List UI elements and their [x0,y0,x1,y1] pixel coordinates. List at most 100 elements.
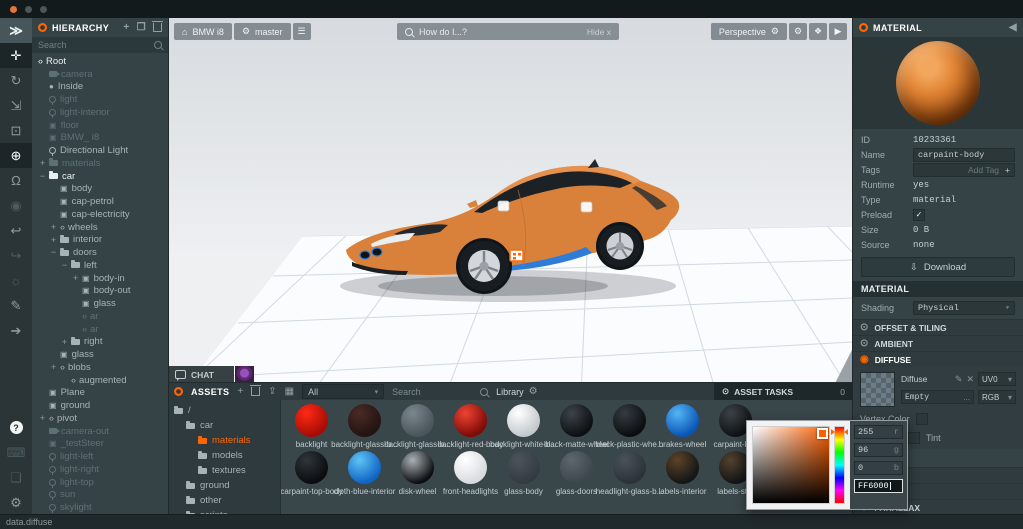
publish-button[interactable]: ➔ [0,318,32,343]
hierarchy-item-floor[interactable]: ▣floor [32,119,168,132]
expander-toggle[interactable]: + [49,221,58,234]
project-button[interactable]: ⌂ BMW i8 [174,23,232,40]
hierarchy-item-light[interactable]: light [32,93,168,106]
asset-item[interactable]: headlight-glass-b... [603,451,656,496]
hierarchy-item-pivot[interactable]: +‹›pivot [32,412,168,425]
expander-toggle[interactable]: + [38,157,47,170]
more-button[interactable]: ... [963,393,970,402]
hierarchy-item-camera-out[interactable]: camera-out [32,425,168,438]
asset-folder-materials[interactable]: materials [168,433,280,448]
hierarchy-item-body-out[interactable]: ▣body-out [32,285,168,298]
asset-filter-dropdown[interactable]: All ▾ [302,384,384,399]
hierarchy-item-cap-petrol[interactable]: ▣cap-petrol [32,195,168,208]
color-channel-dropdown[interactable]: RGB ▾ [978,390,1016,404]
fullscreen-button[interactable]: ❖ [809,23,827,40]
asset-folder-car[interactable]: car [168,418,280,433]
vertex-color-checkbox[interactable] [916,413,928,425]
asset-folder-textures[interactable]: textures [168,463,280,478]
asset-item[interactable]: backlight-red-body [444,404,497,449]
add-entity-button[interactable]: + [123,22,129,33]
shading-dropdown[interactable]: Physical ▾ [913,301,1015,315]
settings-button[interactable]: ⚙ [0,490,32,515]
hierarchy-item-right[interactable]: +right [32,336,168,349]
asset-item[interactable]: carpaint-top-body [285,451,338,496]
expander-toggle[interactable]: − [60,259,69,272]
redo-button[interactable]: ↪ [0,243,32,268]
diffuse-section[interactable]: ◉ DIFFUSE [853,351,1023,367]
hierarchy-item-augmented[interactable]: ‹›augmented [32,374,168,387]
close-icon[interactable]: ✕ [966,374,974,385]
asset-item[interactable]: black-plastic-whe... [603,404,656,449]
snap-tool[interactable]: Ω [0,168,32,193]
asset-folder-ground[interactable]: ground [168,478,280,493]
undo-button[interactable]: ↩ [0,218,32,243]
hierarchy-item-light-interior[interactable]: light-interior [32,106,168,119]
help-button[interactable]: ? [0,415,32,440]
code-editor-button[interactable]: ✎ [0,293,32,318]
expander-toggle[interactable]: + [60,336,69,349]
asset-item[interactable]: disk-wheel [391,451,444,496]
hierarchy-item-body-in[interactable]: +▣body-in [32,272,168,285]
asset-item[interactable]: front-headlights [444,451,497,496]
hue-handle[interactable] [831,429,835,435]
help-hide-button[interactable]: Hide x [587,27,611,37]
hierarchy-item-root[interactable]: ‹›Root [32,55,168,68]
hierarchy-item-light-top[interactable]: light-top [32,476,168,489]
asset-item[interactable]: labels-interior [656,451,709,496]
hierarchy-item-camera[interactable]: camera [32,68,168,81]
ambient-section[interactable]: ⊙ AMBIENT [853,335,1023,351]
viewport-settings-button[interactable]: ⚙ [789,23,807,40]
hierarchy-item-interior[interactable]: +interior [32,234,168,247]
expander-toggle[interactable]: − [49,246,58,259]
collapse-panel-icon[interactable]: ◀ [1009,22,1017,33]
expander-toggle[interactable]: + [38,412,47,425]
download-button[interactable]: ⇩ Download [861,257,1015,277]
hierarchy-item-left[interactable]: −left [32,259,168,272]
hierarchy-item-wheels[interactable]: +‹›wheels [32,221,168,234]
tint-checkbox[interactable] [908,432,920,444]
hierarchy-item-sun[interactable]: sun [32,489,168,502]
duplicate-entity-button[interactable]: ❐ [137,22,146,33]
red-input[interactable]: 255 r [854,425,903,439]
asset-item[interactable]: backlight [285,404,338,449]
help-search-box[interactable]: How do I...? Hide x [397,23,619,40]
blue-input[interactable]: 0 b [854,461,903,475]
hierarchy-item-skylight[interactable]: skylight [32,501,168,514]
hierarchy-item-glass[interactable]: ▣glass [32,297,168,310]
hierarchy-item-cap-electricity[interactable]: ▣cap-electricity [32,208,168,221]
translate-tool[interactable]: ✛ [0,43,32,68]
upload-asset-button[interactable]: ⇪ [268,386,276,397]
hierarchy-item-doors[interactable]: −doors [32,246,168,259]
hierarchy-item-plane[interactable]: ▣Plane [32,387,168,400]
green-input[interactable]: 96 g [854,443,903,457]
preload-checkbox[interactable]: ✓ [913,209,925,221]
frame-selection-tool[interactable]: ⊡ [0,118,32,143]
hierarchy-item-inside[interactable]: ●Inside [32,81,168,94]
asset-tasks-tab[interactable]: ⊙ ASSET TASKS 0 [714,383,853,400]
delete-asset-button[interactable] [251,387,260,396]
hue-handle[interactable] [844,429,848,435]
diffuse-map-slot[interactable]: Empty ... [901,390,974,404]
library-button[interactable]: Library ⚙ [496,386,537,397]
offset-tiling-section[interactable]: ⊙ OFFSET & TILING [853,319,1023,335]
asset-item[interactable]: glass-body [497,451,550,496]
asset-item[interactable]: backlight-white-b... [497,404,550,449]
asset-item[interactable]: backlight-glass-b... [338,404,391,449]
chat-button[interactable]: CHAT [168,366,234,383]
hex-input[interactable]: FF6000 [854,479,903,493]
playcanvas-logo-icon[interactable]: ≫ [0,18,32,43]
hierarchy-item-car[interactable]: −car [32,170,168,183]
world-space-toggle[interactable]: ⊕ [0,143,32,168]
grid-view-button[interactable]: ▦ [285,386,294,397]
saturation-value-gradient[interactable] [752,426,830,504]
hierarchy-item-glass[interactable]: ▣glass [32,348,168,361]
asset-folder--[interactable]: / [168,403,280,418]
hierarchy-item-directional-light[interactable]: Directional Light [32,144,168,157]
scale-tool[interactable]: ⇲ [0,93,32,118]
diffuse-map-thumbnail[interactable] [860,372,895,407]
tags-field[interactable]: Add Tag+ [913,163,1015,177]
asset-search-input[interactable]: Search [392,385,488,398]
expander-toggle[interactable]: + [49,234,58,247]
hierarchy-item-materials[interactable]: +materials [32,157,168,170]
add-tag-button[interactable]: + [1005,165,1010,175]
